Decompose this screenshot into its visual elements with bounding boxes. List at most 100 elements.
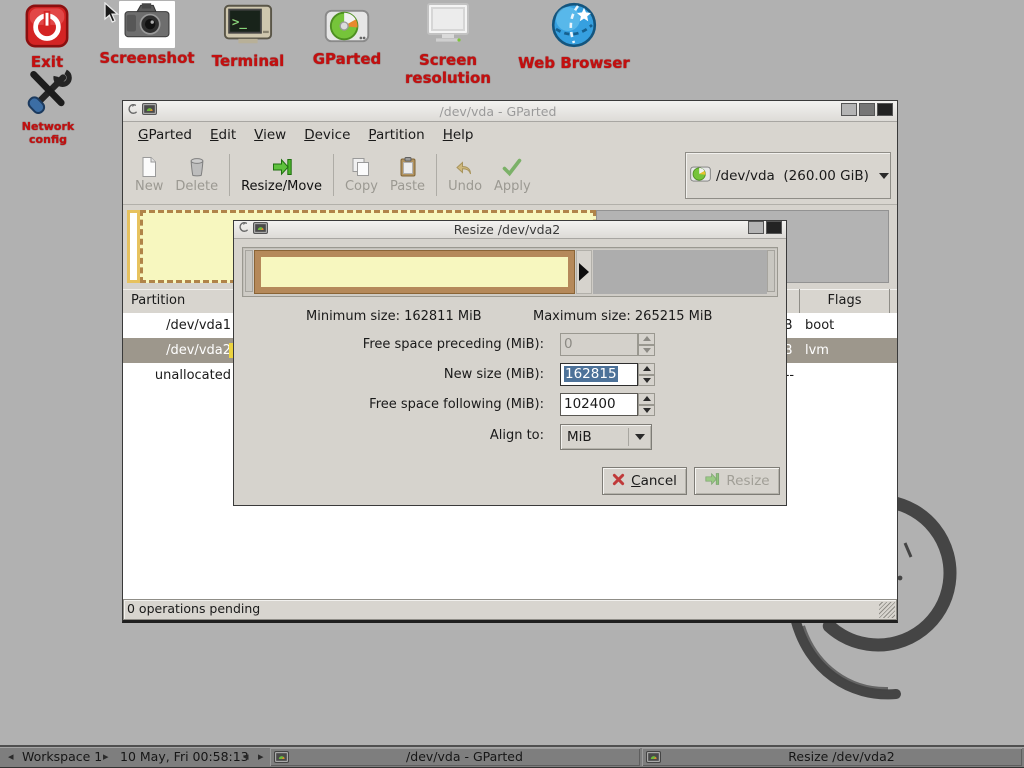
launcher-exit[interactable]: Exit (8, 4, 86, 71)
maximize-button[interactable] (748, 221, 764, 234)
power-icon (8, 4, 86, 52)
dialog-buttons: Cancel Resize (234, 467, 786, 495)
workspace-next-icon[interactable]: ▸ (103, 747, 109, 767)
menu-edit[interactable]: Edit (201, 124, 245, 146)
spin-up-button[interactable] (638, 363, 655, 375)
resize-slider-widget (242, 247, 778, 297)
toolbar-resize-move-button[interactable]: Resize/Move (235, 152, 328, 196)
menu-view[interactable]: View (245, 124, 295, 146)
clock: 10 May, Fri 00:58:13 (120, 747, 249, 767)
new-size-row: New size (MiB): 162815 (234, 363, 786, 387)
align-dropdown[interactable]: MiB (560, 424, 652, 450)
resize-grip[interactable] (879, 602, 895, 618)
monitor-icon (385, 2, 511, 50)
copy-icon (350, 154, 372, 178)
device-selector[interactable]: /dev/vda (260.00 GiB) (685, 152, 891, 199)
close-button[interactable] (766, 221, 782, 234)
camera-icon (119, 1, 175, 48)
header-partition[interactable]: Partition (131, 289, 185, 313)
cancel-button[interactable]: Cancel (602, 467, 687, 495)
flags-cell: boot (805, 313, 834, 338)
debian-swirl-icon (127, 103, 138, 120)
new-size-value[interactable]: 162815 (564, 366, 618, 382)
new-size-spinbox[interactable]: 162815 (560, 363, 656, 386)
window-buttons (839, 103, 893, 120)
following-spinbox[interactable]: 102400 (560, 393, 656, 416)
trash-icon (186, 154, 208, 178)
menu-partition[interactable]: Partition (359, 124, 433, 146)
left-resize-handle[interactable] (245, 250, 253, 292)
toolbar-paste-button: Paste (384, 152, 431, 196)
task-resize-dialog[interactable]: Resize /dev/vda2 (642, 748, 1022, 766)
task-next-icon[interactable]: ▸ (258, 747, 264, 767)
disk-icon (303, 7, 391, 49)
right-resize-handle[interactable] (576, 250, 592, 294)
size-limits: Minimum size: 162811 MiB Maximum size: 2… (234, 309, 786, 325)
flags-cell: lvm (805, 338, 829, 363)
dialog-title: Resize /dev/vda2 (272, 222, 742, 237)
launcher-terminal[interactable]: >_ Terminal (200, 3, 296, 70)
align-label: Align to: (234, 424, 544, 448)
right-edge-handle[interactable] (767, 250, 775, 292)
taskbar: ◂ Workspace 1 ▸ 10 May, Fri 00:58:13 ◂ ▸… (0, 745, 1024, 768)
toolbar-separator (333, 154, 334, 196)
window-buttons (746, 221, 782, 238)
main-window-title: /dev/vda - GParted (161, 104, 835, 119)
main-window-titlebar[interactable]: /dev/vda - GParted (123, 101, 897, 122)
launcher-network-config[interactable]: Network config (2, 68, 94, 146)
undo-icon (454, 154, 476, 178)
maximize-button[interactable] (859, 103, 875, 116)
mouse-cursor (103, 2, 125, 26)
maximum-size-label: Maximum size: 265215 MiB (533, 309, 712, 324)
device-disk-icon (690, 165, 711, 187)
workspace-prev-icon[interactable]: ◂ (8, 747, 14, 767)
gparted-mini-icon (142, 103, 157, 119)
spin-down-button[interactable] (638, 375, 655, 387)
spin-up-button[interactable] (638, 393, 655, 405)
spin-down-button[interactable] (638, 405, 655, 417)
toolbar-separator (436, 154, 437, 196)
menu-gparted[interactable]: GParted (129, 124, 201, 146)
debian-swirl-icon (238, 221, 249, 238)
partition-block[interactable] (254, 250, 575, 294)
toolbar-new-button: New (129, 152, 169, 196)
close-button[interactable] (877, 103, 893, 116)
gparted-mini-icon (646, 751, 661, 763)
launcher-gparted[interactable]: GParted (303, 7, 391, 68)
launcher-label: Screen resolution (405, 51, 491, 87)
statusbar: 0 operations pending (123, 599, 897, 620)
toolbar-undo-button: Undo (442, 152, 488, 196)
gparted-mini-icon (253, 222, 268, 238)
shade-button[interactable] (841, 103, 857, 116)
menu-help[interactable]: Help (434, 124, 483, 146)
partition-segment-vda1[interactable] (127, 210, 140, 283)
task-prev-icon[interactable]: ◂ (243, 747, 249, 767)
preceding-row: Free space preceding (MiB): 0 (234, 333, 786, 357)
launcher-screen-resolution[interactable]: Screen resolution (385, 2, 511, 87)
dialog-titlebar[interactable]: Resize /dev/vda2 (234, 221, 786, 239)
gparted-mini-icon (274, 751, 289, 763)
preceding-label: Free space preceding (MiB): (234, 333, 544, 357)
workspace-label: Workspace 1 (22, 747, 102, 767)
toolbar-apply-button: Apply (488, 152, 537, 196)
paste-icon (397, 154, 419, 178)
launcher-label: Web Browser (518, 54, 630, 72)
cancel-x-icon (612, 473, 625, 490)
menu-device[interactable]: Device (295, 124, 359, 146)
launcher-label: Terminal (212, 52, 285, 70)
launcher-label: Network config (22, 120, 74, 146)
apply-check-icon (501, 154, 523, 178)
following-value[interactable]: 102400 (560, 393, 638, 416)
terminal-icon: >_ (200, 3, 296, 51)
launcher-web-browser[interactable]: Web Browser (508, 1, 640, 72)
new-size-label: New size (MiB): (234, 363, 544, 387)
following-row: Free space following (MiB): 102400 (234, 393, 786, 417)
header-flags[interactable]: Flags (800, 289, 889, 313)
task-gparted-window[interactable]: /dev/vda - GParted (270, 748, 640, 766)
globe-icon (508, 1, 640, 53)
toolbar: New Delete Resize/Move (123, 148, 897, 208)
minimum-size-label: Minimum size: 162811 MiB (306, 309, 482, 324)
svg-text:>_: >_ (232, 14, 248, 30)
spin-down-button (638, 345, 655, 357)
task-label: /dev/vda - GParted (289, 748, 640, 766)
